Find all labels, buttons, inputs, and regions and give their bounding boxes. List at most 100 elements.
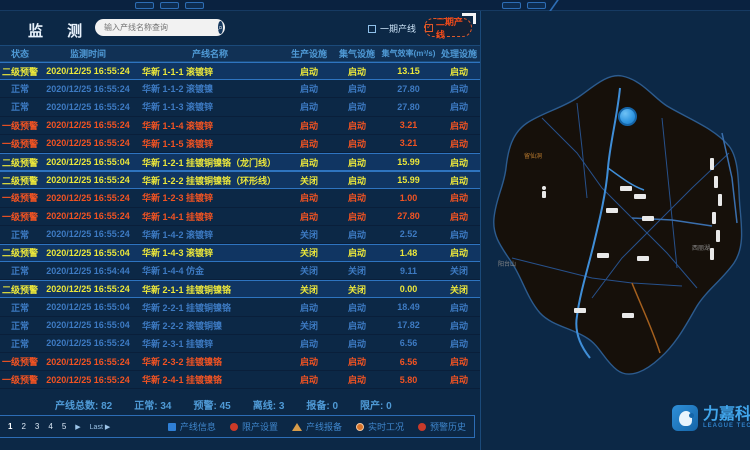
cell-time: 2020/12/25 16:55:24 <box>40 102 136 112</box>
cell-treat: 关闭 <box>437 283 481 296</box>
cell-eff: 3.21 <box>380 120 437 130</box>
slash-decoration <box>549 0 571 11</box>
summary-value: 0 <box>386 401 392 412</box>
col-treatment: 处理设施 <box>437 47 481 60</box>
cell-prod: 关闭 <box>284 246 334 259</box>
map-place-label: 留仙洞 <box>524 151 542 160</box>
summary-value: 3 <box>279 401 285 412</box>
checkbox-icon <box>368 25 376 33</box>
table-row[interactable]: 正常2020/12/25 16:55:24华新 1-4-2 滚镀锌关闭启动2.5… <box>0 226 480 244</box>
cell-eff: 1.48 <box>380 248 437 258</box>
cell-time: 2020/12/25 16:55:24 <box>40 338 136 348</box>
summary-label: 离线: <box>253 401 279 412</box>
legend-label: 预警历史 <box>430 420 466 433</box>
summary-value: 0 <box>332 401 338 412</box>
summary-value: 34 <box>160 401 171 412</box>
page-title: 监 测 <box>28 20 92 41</box>
page-button[interactable]: 3 <box>35 422 39 431</box>
cell-name: 华新 1-1-5 滚镀锌 <box>136 137 284 150</box>
cell-gas: 关闭 <box>334 264 380 277</box>
table-row[interactable]: 一级预警2020/12/25 16:55:24华新 1-1-5 滚镀锌启动启动3… <box>0 135 480 153</box>
summary-item: 限产: 0 <box>360 397 392 412</box>
cell-eff: 15.99 <box>380 175 437 185</box>
table-row[interactable]: 正常2020/12/25 16:54:44华新 1-4-4 仿金关闭关闭9.11… <box>0 262 480 280</box>
page-button[interactable]: 2 <box>21 422 25 431</box>
cell-status: 正常 <box>0 228 40 241</box>
cell-gas: 启动 <box>334 319 380 332</box>
table-row[interactable]: 正常2020/12/25 16:55:04华新 2-2-2 滚镀铜镍关闭启动17… <box>0 317 480 335</box>
page-button[interactable]: 4 <box>48 422 52 431</box>
legend-实时工况[interactable]: 实时工况 <box>356 420 404 433</box>
table-header: 状态 监测时间 产线名称 生产设施 集气设施 集气效率(m³/s) 处理设施 <box>0 45 480 62</box>
table-row[interactable]: 一级预警2020/12/25 16:55:24华新 1-2-3 挂镀锌启动启动1… <box>0 189 480 207</box>
poi-icon <box>542 186 546 198</box>
next-page-icon[interactable]: ▶ <box>75 423 80 431</box>
page-button[interactable]: 1 <box>8 422 12 431</box>
cell-status: 一级预警 <box>0 119 40 132</box>
cell-gas: 关闭 <box>334 283 380 296</box>
legend-产线信息[interactable]: 产线信息 <box>168 420 216 433</box>
cell-time: 2020/12/25 16:55:24 <box>40 66 136 76</box>
cell-time: 2020/12/25 16:55:24 <box>40 175 136 185</box>
map-place-label: 阳台山 <box>498 259 516 268</box>
cell-status: 一级预警 <box>0 355 40 368</box>
cell-eff: 13.15 <box>380 66 437 76</box>
cell-treat: 启动 <box>437 246 481 259</box>
cell-prod: 关闭 <box>284 283 334 296</box>
table-row[interactable]: 一级预警2020/12/25 16:55:24华新 1-4-1 挂镀锌启动启动2… <box>0 208 480 226</box>
cell-status: 一级预警 <box>0 210 40 223</box>
table-row[interactable]: 一级预警2020/12/25 16:55:24华新 2-3-2 挂镀镍铬启动启动… <box>0 353 480 371</box>
col-gas: 集气设施 <box>334 47 380 60</box>
cell-name: 华新 1-1-1 滚镀锌 <box>136 65 284 78</box>
cell-treat: 启动 <box>437 337 481 350</box>
table-row[interactable]: 一级预警2020/12/25 16:55:24华新 1-1-4 滚镀锌启动启动3… <box>0 117 480 135</box>
cell-eff: 3.21 <box>380 138 437 148</box>
legend-预警历史[interactable]: 预警历史 <box>418 420 466 433</box>
table-row[interactable]: 二级预警2020/12/25 16:55:04华新 1-4-3 滚镀锌关闭启动1… <box>0 244 480 262</box>
checked-checkbox-icon <box>425 24 433 32</box>
cell-time: 2020/12/25 16:55:24 <box>40 138 136 148</box>
table-row[interactable]: 一级预警2020/12/25 16:55:24华新 2-4-1 挂镀镍铬启动启动… <box>0 371 480 389</box>
table-row[interactable]: 正常2020/12/25 16:55:24华新 1-1-3 滚镀锌启动启动27.… <box>0 98 480 116</box>
cell-status: 正常 <box>0 100 40 113</box>
head-glyph <box>679 411 692 426</box>
cell-treat: 关闭 <box>437 264 481 277</box>
legend-bar: 产线信息 限产设置 产线报备 实时工况 预警历史 <box>168 420 466 433</box>
cell-status: 正常 <box>0 301 40 314</box>
table-row[interactable]: 二级预警2020/12/25 16:55:04华新 1-2-1 挂镀铜镍铬（龙门… <box>0 153 480 171</box>
table-row[interactable]: 正常2020/12/25 16:55:24华新 2-3-1 挂镀锌启动启动6.5… <box>0 335 480 353</box>
map-marker-bubble[interactable] <box>618 107 637 126</box>
table-row[interactable]: 正常2020/12/25 16:55:24华新 1-1-2 滚镀镍启动启动27.… <box>0 80 480 98</box>
legend-产线报备[interactable]: 产线报备 <box>292 420 342 433</box>
last-page-button[interactable]: Last ▶ <box>90 423 111 431</box>
corner-bracket-decoration <box>462 13 476 24</box>
top-tab-deco <box>527 2 546 9</box>
cell-treat: 启动 <box>437 355 481 368</box>
phase1-checkbox[interactable]: 一期产线 <box>368 22 416 35</box>
table-row[interactable]: 二级预警2020/12/25 16:55:24华新 1-1-1 滚镀锌启动启动1… <box>0 62 480 80</box>
summary-label: 正常: <box>134 401 160 412</box>
table-row[interactable]: 二级预警2020/12/25 16:55:24华新 1-2-2 挂镀铜镍铬（环形… <box>0 171 480 189</box>
cell-prod: 启动 <box>284 100 334 113</box>
legend-label: 产线报备 <box>306 420 342 433</box>
map-panel[interactable]: 留仙洞阳台山西丽湖 <box>482 11 750 450</box>
search-icon[interactable]: ⌕ <box>218 21 223 34</box>
cell-eff: 6.56 <box>380 338 437 348</box>
cell-treat: 启动 <box>437 301 481 314</box>
search-box: ⌕ <box>95 19 225 36</box>
phase1-label: 一期产线 <box>380 22 416 35</box>
summary-item: 报备: 0 <box>306 397 338 412</box>
page-button[interactable]: 5 <box>62 422 66 431</box>
cell-treat: 启动 <box>437 174 481 187</box>
cell-name: 华新 1-4-4 仿金 <box>136 264 284 277</box>
legend-限产设置[interactable]: 限产设置 <box>230 420 278 433</box>
table-row[interactable]: 二级预警2020/12/25 16:55:24华新 2-1-1 挂镀铜镍铬关闭关… <box>0 280 480 298</box>
cell-eff: 6.56 <box>380 357 437 367</box>
cell-treat: 启动 <box>437 65 481 78</box>
cell-eff: 27.80 <box>380 84 437 94</box>
search-input[interactable] <box>95 23 218 32</box>
cell-name: 华新 1-2-3 挂镀锌 <box>136 191 284 204</box>
table-row[interactable]: 正常2020/12/25 16:55:04华新 2-2-1 挂镀铜镍铬启动启动1… <box>0 298 480 316</box>
cell-treat: 启动 <box>437 100 481 113</box>
company-logo: 力嘉科技 LEAGUE TECH <box>672 405 750 431</box>
